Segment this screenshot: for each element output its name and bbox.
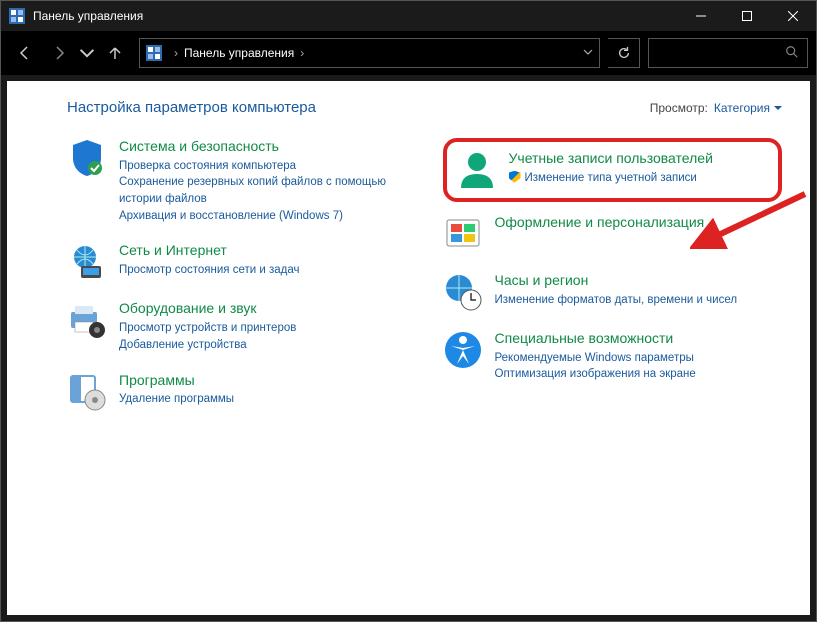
printer-icon <box>67 300 107 340</box>
category-title[interactable]: Учетные записи пользователей <box>509 150 713 167</box>
view-by-label: Просмотр: <box>650 101 708 115</box>
refresh-button[interactable] <box>608 38 640 68</box>
category-link[interactable]: Добавление устройства <box>119 337 296 354</box>
control-panel-window: Панель управления › Панель управления › <box>0 0 817 622</box>
category-link[interactable]: Архивация и восстановление (Windows 7) <box>119 208 407 225</box>
search-input[interactable] <box>648 38 808 68</box>
category-title[interactable]: Специальные возможности <box>495 330 696 347</box>
category-link[interactable]: Сохранение резервных копий файлов с помо… <box>119 174 407 207</box>
window-controls <box>678 1 816 31</box>
category-link[interactable]: Просмотр состояния сети и задач <box>119 262 299 279</box>
chevron-right-icon: › <box>174 46 178 60</box>
category-link[interactable]: Рекомендуемые Windows параметры <box>495 350 696 367</box>
user-icon <box>457 150 497 190</box>
category-grid: Система и безопасность Проверка состояни… <box>67 138 782 430</box>
category-title[interactable]: Оборудование и звук <box>119 300 296 317</box>
chevron-down-icon <box>774 104 782 112</box>
content-area: Настройка параметров компьютера Просмотр… <box>7 81 810 615</box>
category-link[interactable]: Удаление программы <box>119 391 234 408</box>
heading-row: Настройка параметров компьютера Просмотр… <box>67 99 782 116</box>
clock-globe-icon <box>443 272 483 312</box>
category-clock-region: Часы и регион Изменение форматов даты, в… <box>443 272 783 312</box>
breadcrumb-item[interactable]: Панель управления <box>184 46 294 60</box>
personalization-icon <box>443 214 483 254</box>
control-panel-icon <box>146 45 162 61</box>
titlebar: Панель управления <box>1 1 816 31</box>
category-system-security: Система и безопасность Проверка состояни… <box>67 138 407 224</box>
page-title: Настройка параметров компьютера <box>67 99 650 116</box>
maximize-button[interactable] <box>724 1 770 31</box>
category-accessibility: Специальные возможности Рекомендуемые Wi… <box>443 330 783 383</box>
back-button[interactable] <box>9 37 41 69</box>
category-title[interactable]: Сеть и Интернет <box>119 242 299 259</box>
category-link[interactable]: Изменение форматов даты, времени и чисел <box>495 292 738 309</box>
category-network: Сеть и Интернет Просмотр состояния сети … <box>67 242 407 282</box>
search-icon <box>785 45 799 62</box>
address-bar[interactable]: › Панель управления › <box>139 38 600 68</box>
category-title[interactable]: Система и безопасность <box>119 138 407 155</box>
category-title[interactable]: Оформление и персонализация <box>495 214 705 231</box>
minimize-button[interactable] <box>678 1 724 31</box>
close-button[interactable] <box>770 1 816 31</box>
category-link[interactable]: Просмотр устройств и принтеров <box>119 320 296 337</box>
category-title[interactable]: Программы <box>119 372 234 389</box>
category-programs: Программы Удаление программы <box>67 372 407 412</box>
right-column: Учетные записи пользователей Изменение т… <box>443 138 783 430</box>
category-link[interactable]: Проверка состояния компьютера <box>119 158 407 175</box>
category-title[interactable]: Часы и регион <box>495 272 738 289</box>
category-hardware-sound: Оборудование и звук Просмотр устройств и… <box>67 300 407 353</box>
navbar: › Панель управления › <box>1 31 816 75</box>
category-link[interactable]: Изменение типа учетной записи <box>509 170 713 187</box>
chevron-right-icon: › <box>300 46 304 60</box>
control-panel-icon <box>9 8 25 24</box>
forward-button[interactable] <box>43 37 75 69</box>
shield-icon <box>67 138 107 178</box>
programs-icon <box>67 372 107 412</box>
chevron-down-icon[interactable] <box>583 46 593 60</box>
recent-dropdown[interactable] <box>77 37 97 69</box>
accessibility-icon <box>443 330 483 370</box>
category-user-accounts: Учетные записи пользователей Изменение т… <box>443 138 783 202</box>
view-by-dropdown[interactable]: Категория <box>714 101 782 115</box>
up-button[interactable] <box>99 37 131 69</box>
window-title: Панель управления <box>33 9 678 23</box>
view-by-value: Категория <box>714 101 770 115</box>
category-link[interactable]: Оптимизация изображения на экране <box>495 366 696 383</box>
category-appearance: Оформление и персонализация <box>443 214 783 254</box>
globe-network-icon <box>67 242 107 282</box>
left-column: Система и безопасность Проверка состояни… <box>67 138 407 430</box>
